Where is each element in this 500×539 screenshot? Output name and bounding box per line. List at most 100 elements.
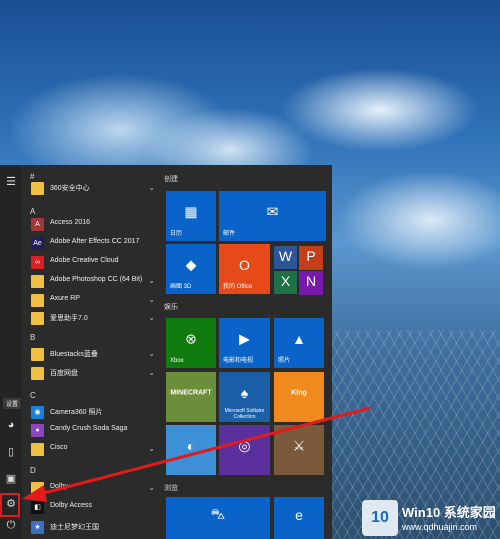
store-icon: ⛍	[210, 505, 226, 522]
tile[interactable]: ▦ 日历	[166, 191, 216, 241]
folder-icon	[31, 275, 44, 288]
tile[interactable]: W	[274, 246, 297, 269]
app-list-item[interactable]: Bluestacks蓝叠 ⌄	[28, 346, 158, 364]
calendar-icon: ▦	[184, 203, 198, 220]
chevron-down-icon: ⌄	[148, 444, 155, 453]
disney-magic-kingdoms-icon: ◐	[186, 438, 196, 454]
pictures-icon[interactable]: ▣	[3, 471, 19, 487]
start-rail: ☰ ◕ ▯ ▣ ⚙ ⏻	[0, 165, 22, 539]
app-list-item[interactable]: ● Candy Crush Soda Saga	[28, 422, 158, 440]
tile[interactable]: N	[299, 271, 323, 295]
tile-label: 画图 3D	[170, 284, 192, 290]
excel-icon: X	[280, 272, 291, 289]
watermark-title: Win10 系统家园	[402, 505, 496, 520]
tile-group-label[interactable]: 娱乐	[164, 302, 178, 312]
app-list-item[interactable]: Ae Adobe After Effects CC 2017	[28, 235, 158, 253]
app-label: 360安全中心	[50, 185, 90, 192]
access-icon: A	[31, 218, 44, 231]
tile[interactable]: ◐	[166, 425, 216, 475]
section-letter[interactable]: D	[30, 466, 36, 475]
movies-icon: ▶	[239, 330, 250, 347]
chevron-down-icon: ⌄	[148, 183, 155, 192]
folder-icon	[31, 312, 44, 325]
tile[interactable]: ♠ Microsoft Solitaire Collection	[219, 372, 270, 422]
minecraft-icon: MINECRAFT	[170, 389, 212, 397]
tile[interactable]: P	[299, 246, 323, 270]
app-label: Dolby Access	[50, 502, 93, 509]
paint3d-icon: ◆	[185, 256, 197, 273]
king-icon: King	[291, 389, 307, 397]
tile[interactable]: O 我的 Office	[219, 244, 270, 294]
tile[interactable]: ▶ 电影和电视	[219, 318, 270, 368]
word-icon: W	[278, 247, 293, 264]
folder-icon	[31, 348, 44, 361]
creative-cloud-icon: ∞	[31, 256, 44, 269]
chevron-down-icon: ⌄	[148, 368, 155, 377]
app-label: Access 2016	[50, 219, 91, 226]
tile-label: 电影和电视	[223, 358, 254, 364]
chevron-down-icon: ⌄	[148, 483, 155, 492]
camera360-icon: ◉	[31, 406, 44, 419]
tile[interactable]: X	[274, 271, 297, 294]
folder-icon	[31, 367, 44, 380]
power-icon[interactable]: ⏻	[3, 517, 19, 533]
tile-label: 邮件	[223, 231, 236, 237]
tile[interactable]: ◎	[219, 425, 270, 475]
section-letter[interactable]: C	[30, 391, 36, 400]
photos-icon: ▲	[292, 331, 306, 347]
app-list-item[interactable]: Adobe Photoshop CC (64 Bit) ⌄	[28, 273, 158, 291]
section-letter[interactable]: A	[30, 207, 35, 216]
tile-label: 照片	[278, 358, 291, 364]
candy-crush-icon: ●	[31, 424, 44, 437]
app-label: Dolby	[50, 483, 68, 490]
chevron-down-icon: ⌄	[148, 313, 155, 322]
document-icon[interactable]: ▯	[3, 444, 19, 460]
app-label: Adobe Creative Cloud	[50, 257, 119, 264]
app-list: #360安全中心 ⌄ A A Access 2016 Ae Adobe After Effe…	[22, 165, 160, 539]
tile[interactable]: ▲ 照片	[274, 318, 324, 368]
tile[interactable]: e	[274, 497, 324, 539]
solitaire-icon: ♠	[240, 385, 249, 401]
app-list-item[interactable]: Dolby ⌄	[28, 480, 158, 498]
app-list-item[interactable]: Axure RP ⌄	[28, 292, 158, 310]
app-list-item[interactable]: ∞ Adobe Creative Cloud	[28, 254, 158, 272]
folder-icon	[31, 482, 44, 495]
app-list-item[interactable]: A Access 2016	[28, 216, 158, 234]
user-icon[interactable]: ◕	[3, 417, 19, 433]
section-letter[interactable]: B	[30, 333, 35, 342]
chevron-down-icon: ⌄	[148, 349, 155, 358]
watermark-logo: 10 Win10 系统家园 www.qdhuajin.com	[362, 500, 500, 539]
tile[interactable]: ⊗ Xbox	[166, 318, 216, 368]
tile-label: Microsoft Solitaire Collection	[224, 408, 265, 420]
disney-icon: ★	[31, 521, 44, 534]
hamburger-icon[interactable]: ☰	[3, 174, 19, 190]
app-list-item[interactable]: ★ 迪士尼梦幻王国	[28, 519, 158, 537]
app-label: Cisco	[50, 444, 68, 451]
office-icon: O	[239, 257, 250, 273]
tile[interactable]: MINECRAFT	[166, 372, 216, 422]
tile[interactable]: ◆ 画图 3D	[166, 244, 216, 294]
tile[interactable]: ⛍	[166, 497, 270, 539]
folder-icon	[31, 443, 44, 456]
app-list-item[interactable]: ◧ Dolby Access	[28, 499, 158, 517]
bubble-witch-icon: ◎	[238, 437, 251, 454]
win10-logo-icon: 10	[362, 500, 398, 536]
mail-icon: ✉	[266, 203, 279, 220]
app-list-item[interactable]: ◉ Camera360 照片	[28, 404, 158, 422]
tile[interactable]: ⚔	[274, 425, 324, 475]
folder-icon	[31, 294, 44, 307]
tile-group-label[interactable]: 创建	[164, 174, 178, 184]
app-label: Camera360 照片	[50, 409, 103, 416]
xbox-icon: ⊗	[185, 330, 197, 347]
tile-group-label[interactable]: 浏览	[164, 483, 178, 493]
app-list-item[interactable]: 百度网盘 ⌄	[28, 365, 158, 383]
tile[interactable]: ✉ 邮件	[219, 191, 326, 241]
app-list-item[interactable]: 爱思助手7.0 ⌄	[28, 310, 158, 328]
app-label: 迪士尼梦幻王国	[50, 524, 99, 531]
tile[interactable]: King	[274, 372, 324, 422]
watermark-url: www.qdhuajin.com	[402, 522, 478, 532]
tile-label: 我的 Office	[223, 284, 253, 290]
app-list-item[interactable]: 360安全中心 ⌄	[28, 180, 158, 198]
app-list-item[interactable]: Cisco ⌄	[28, 441, 158, 459]
dolby-icon: ◧	[31, 501, 44, 514]
